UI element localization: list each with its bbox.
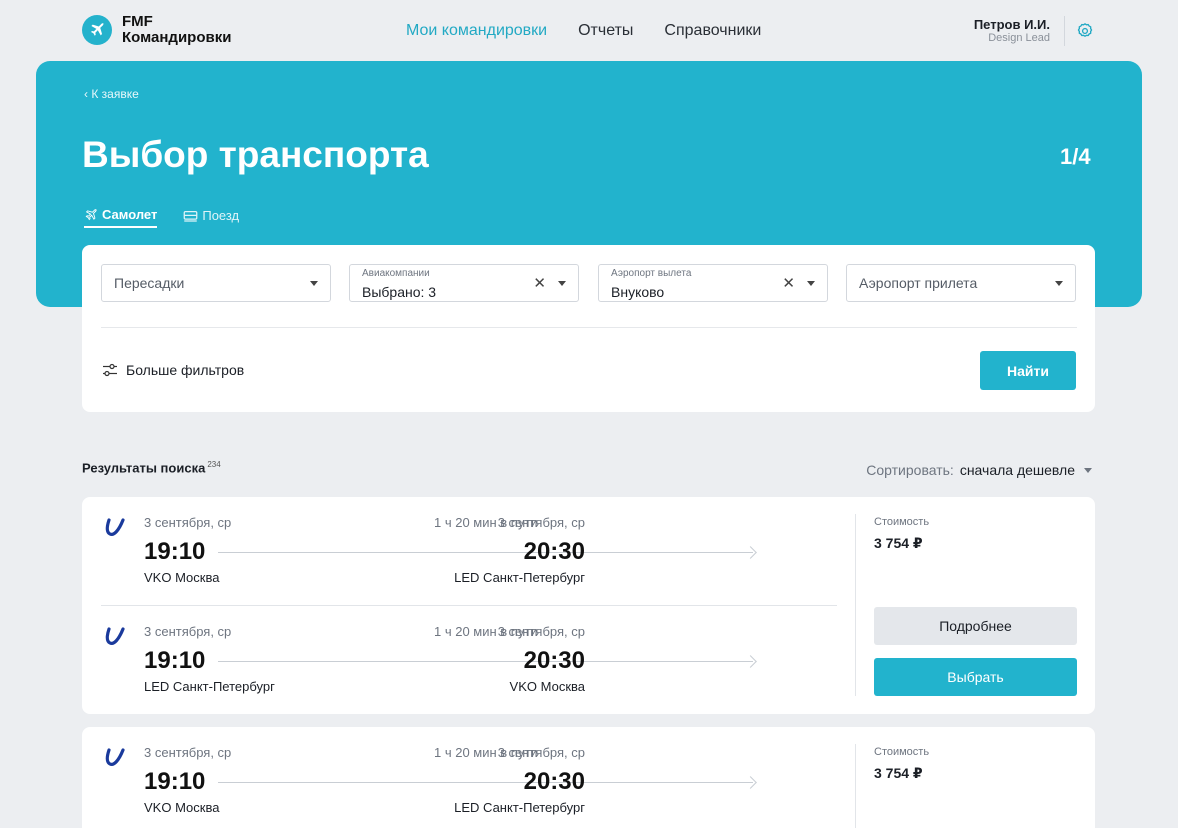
transport-tabs: Самолет Поезд xyxy=(84,207,265,228)
price-value: 3 754 ₽ xyxy=(874,765,923,781)
arrow-right-icon xyxy=(744,776,757,789)
tab-train-label: Поезд xyxy=(202,208,240,223)
departure-time: 19:10 xyxy=(144,538,206,565)
tab-plane[interactable]: Самолет xyxy=(84,207,158,228)
results-title: Результаты поиска 234 xyxy=(82,460,221,475)
price-label: Стоимость xyxy=(874,746,930,758)
departure-date: 3 сентября, ср xyxy=(144,745,232,760)
departure-time: 19:10 xyxy=(144,768,206,795)
departure-date: 3 сентября, ср xyxy=(144,624,232,639)
chevron-down-icon xyxy=(807,281,815,286)
user-divider xyxy=(1064,16,1065,46)
transfers-placeholder: Пересадки xyxy=(114,275,185,291)
arrival-time: 20:30 xyxy=(523,768,585,795)
arrival-date: 3 сентября, ср xyxy=(497,624,585,639)
step-indicator: 1/4 xyxy=(1060,144,1091,169)
results-count: 234 xyxy=(207,460,221,469)
route-line xyxy=(218,661,753,662)
transfers-select[interactable]: Пересадки xyxy=(101,264,331,302)
chevron-down-icon xyxy=(558,281,566,286)
result-card: 3 сентября, ср 1 ч 20 мин в пути 3 сентя… xyxy=(82,727,1095,828)
departure-label: Аэропорт вылета xyxy=(611,268,692,279)
arrival-time: 20:30 xyxy=(523,538,585,565)
filters-panel: Пересадки Авиакомпании Выбрано: 3 ✕ Аэро… xyxy=(82,245,1095,412)
results-title-text: Результаты поиска xyxy=(82,460,206,476)
gear-icon[interactable] xyxy=(1076,22,1094,40)
departure-city: LED Санкт-Петербург xyxy=(144,679,275,694)
price-label: Стоимость xyxy=(874,516,930,528)
more-filters-label: Больше фильтров xyxy=(126,362,245,378)
logo-line-1: FMF xyxy=(122,13,153,30)
departure-value: Внуково xyxy=(611,284,665,300)
logo[interactable]: FMF Командировки xyxy=(82,14,231,46)
sort-label: Сортировать: xyxy=(866,462,954,478)
clear-icon[interactable]: ✕ xyxy=(533,274,546,292)
select-button[interactable]: Выбрать xyxy=(874,658,1077,696)
clear-icon[interactable]: ✕ xyxy=(782,274,795,292)
flight-segment: 3 сентября, ср 1 ч 20 мин в пути 3 сентя… xyxy=(82,727,842,822)
departure-city: VKO Москва xyxy=(144,800,220,815)
airlines-value: Выбрано: 3 xyxy=(362,284,437,300)
user-name: Петров И.И. xyxy=(973,17,1050,32)
arrival-placeholder: Аэропорт прилета xyxy=(859,275,978,291)
arrival-city: VKO Москва xyxy=(509,679,585,694)
arrival-time: 20:30 xyxy=(523,647,585,674)
airlines-label: Авиакомпании xyxy=(362,268,430,279)
card-divider xyxy=(855,744,856,828)
flight-segment: 3 сентября, ср 1 ч 20 мин в пути 3 сентя… xyxy=(82,606,842,701)
train-icon xyxy=(183,210,198,222)
departure-airport-select[interactable]: Аэропорт вылета Внуково ✕ xyxy=(598,264,828,302)
chevron-down-icon xyxy=(310,281,318,286)
chevron-down-icon xyxy=(1084,467,1092,473)
departure-time: 19:10 xyxy=(144,647,206,674)
chevron-down-icon xyxy=(1055,281,1063,286)
top-bar: FMF Командировки Мои командировки Отчеты… xyxy=(0,0,1178,62)
logo-line-2: Командировки xyxy=(122,29,232,46)
route-line xyxy=(218,782,753,783)
divider xyxy=(101,327,1077,328)
sort-control[interactable]: Сортировать: сначала дешевле xyxy=(866,462,1092,478)
airline-logo-icon xyxy=(105,748,125,766)
departure-city: VKO Москва xyxy=(144,570,220,585)
card-divider xyxy=(855,514,856,696)
arrival-city: LED Санкт-Петербург xyxy=(454,800,585,815)
user-role: Design Lead xyxy=(988,32,1050,44)
arrow-right-icon xyxy=(744,546,757,559)
arrival-airport-select[interactable]: Аэропорт прилета xyxy=(846,264,1076,302)
user-info[interactable]: Петров И.И. Design Lead xyxy=(974,17,1050,45)
back-label: К заявке xyxy=(91,87,139,101)
airlines-select[interactable]: Авиакомпании Выбрано: 3 ✕ xyxy=(349,264,579,302)
price-value: 3 754 ₽ xyxy=(874,535,923,551)
arrival-date: 3 сентября, ср xyxy=(497,745,585,760)
main-nav: Мои командировки Отчеты Справочники xyxy=(406,22,792,40)
page-title: Выбор транспорта xyxy=(82,134,429,175)
more-filters-button[interactable]: Больше фильтров xyxy=(102,362,244,378)
arrival-date: 3 сентября, ср xyxy=(497,515,585,530)
airline-logo-icon xyxy=(105,518,125,536)
sort-value: сначала дешевле xyxy=(959,462,1075,478)
airline-logo-icon xyxy=(105,627,125,645)
result-card: 3 сентября, ср 1 ч 20 мин в пути 3 сентя… xyxy=(82,497,1095,714)
nav-item-directories[interactable]: Справочники xyxy=(664,22,761,40)
nav-item-my-trips[interactable]: Мои командировки xyxy=(406,22,547,40)
plane-icon xyxy=(85,208,97,220)
arrival-city: LED Санкт-Петербург xyxy=(454,570,585,585)
departure-date: 3 сентября, ср xyxy=(144,515,232,530)
details-button[interactable]: Подробнее xyxy=(874,607,1077,645)
plane-logo-icon xyxy=(82,15,112,45)
back-link[interactable]: ‹ К заявке xyxy=(84,87,139,101)
tab-train[interactable]: Поезд xyxy=(183,207,239,228)
app-frame: FMF Командировки Мои командировки Отчеты… xyxy=(0,0,1178,828)
filter-sliders-icon xyxy=(103,363,117,377)
tab-plane-label: Самолет xyxy=(102,207,158,222)
nav-item-reports[interactable]: Отчеты xyxy=(578,22,633,40)
flight-segment: 3 сентября, ср 1 ч 20 мин в пути 3 сентя… xyxy=(82,497,842,592)
route-line xyxy=(218,552,753,553)
arrow-right-icon xyxy=(744,655,757,668)
find-button[interactable]: Найти xyxy=(980,351,1076,390)
